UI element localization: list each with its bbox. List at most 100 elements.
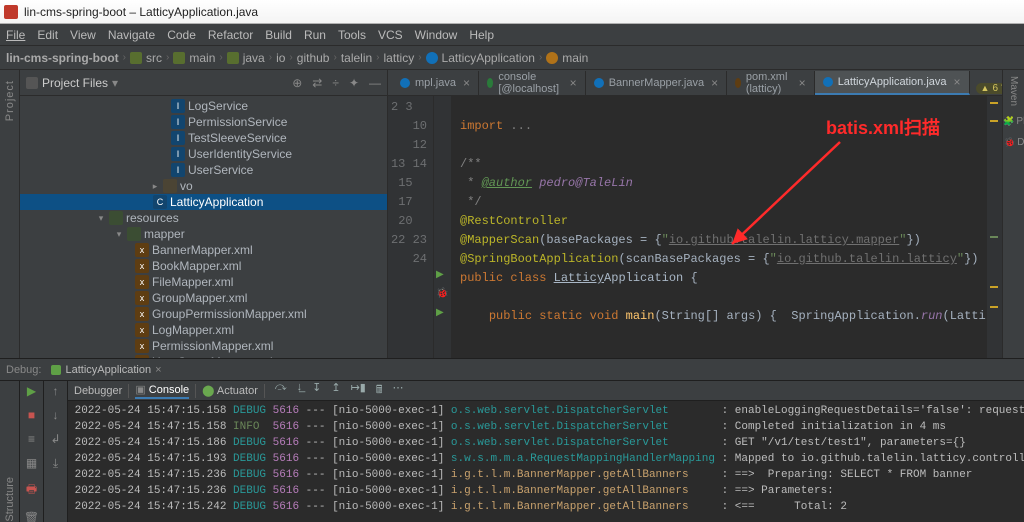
breadcrumb-bar: lin-cms-spring-boot › src › main › java … [0, 46, 1024, 70]
up-icon[interactable]: ↑ [53, 384, 59, 398]
editor-tab[interactable]: console [@localhost]× [479, 71, 586, 95]
tree-item[interactable]: GroupMapper.xml [152, 290, 247, 306]
breadcrumb-main[interactable]: main [173, 51, 215, 65]
step-over-icon[interactable]: ⤼ [275, 381, 287, 400]
menu-tools[interactable]: Tools [338, 28, 366, 42]
project-tree[interactable]: ILogServiceIPermissionServiceITestSleeve… [20, 96, 387, 358]
breadcrumb-root[interactable]: lin-cms-spring-boot [6, 51, 119, 65]
collapse-icon[interactable]: ÷ [332, 76, 339, 90]
menu-code[interactable]: Code [167, 28, 196, 42]
editor-right-margin[interactable] [986, 96, 1002, 358]
tree-item[interactable]: GroupPermissionMapper.xml [152, 306, 307, 322]
close-icon[interactable]: × [570, 76, 577, 90]
tree-item[interactable]: LogMapper.xml [152, 322, 234, 338]
chevron-down-icon[interactable]: ▾ [114, 226, 124, 242]
tree-item-selected[interactable]: LatticyApplication [170, 194, 263, 210]
menu-file[interactable]: File [6, 28, 25, 42]
stop-icon[interactable]: ■ [28, 408, 35, 422]
console-tab[interactable]: ▣ Console [135, 383, 189, 399]
menu-vcs[interactable]: VCS [378, 28, 403, 42]
menu-edit[interactable]: Edit [37, 28, 58, 42]
menu-run[interactable]: Run [304, 28, 326, 42]
editor-tab[interactable]: BannerMapper.java× [586, 71, 727, 95]
menu-navigate[interactable]: Navigate [108, 28, 155, 42]
breadcrumb-class[interactable]: LatticyApplication [426, 51, 535, 65]
close-icon[interactable]: × [711, 76, 718, 90]
tree-item[interactable]: BannerMapper.xml [152, 242, 253, 258]
tree-item[interactable]: FileMapper.xml [152, 274, 233, 290]
breadcrumb-github[interactable]: github [297, 51, 330, 65]
editor-tab[interactable]: LatticyApplication.java× [815, 71, 970, 95]
tree-item[interactable]: UserIdentityService [188, 146, 292, 162]
debug-subtabs: Debugger ▣ Console ⬤ Actuator ⤼ ↓̲ ↧ ↥ ↦… [68, 381, 1024, 401]
interface-icon: I [171, 99, 185, 113]
step-into-icon[interactable]: ↓̲ [297, 381, 303, 400]
menu-build[interactable]: Build [265, 28, 292, 42]
editor-tab[interactable]: mpl.java× [392, 71, 479, 95]
maven-toolwindow[interactable]: Maven [1008, 76, 1019, 106]
run-line-icon[interactable]: ▶ [436, 307, 444, 318]
left-rail-project[interactable]: Project [4, 80, 16, 121]
tree-item[interactable]: LogService [188, 98, 248, 114]
debug-panel: Debug: LatticyApplication × Structure ▶ … [0, 358, 1024, 522]
expand-icon[interactable]: ⇄ [312, 76, 322, 90]
tree-item[interactable]: UserService [188, 162, 253, 178]
menu-help[interactable]: Help [469, 28, 494, 42]
force-step-icon[interactable]: ↧ [312, 381, 321, 400]
breadcrumb-method[interactable]: main [546, 51, 588, 65]
tree-item[interactable]: BookMapper.xml [152, 258, 241, 274]
java-icon [823, 77, 833, 87]
breadcrumb-io[interactable]: io [276, 51, 285, 65]
debugger-tab[interactable]: Debugger [74, 385, 122, 397]
editor-tabbar: mpl.java×console [@localhost]×BannerMapp… [388, 70, 1002, 96]
wrap-icon[interactable]: ↲ [50, 432, 60, 446]
trash-icon[interactable]: 🗑 [24, 511, 39, 522]
pause-icon[interactable]: ≡ [28, 432, 35, 446]
tree-item[interactable]: vo [180, 178, 193, 194]
chevron-down-icon[interactable]: ▾ [96, 210, 106, 226]
tree-item[interactable]: resources [126, 210, 179, 226]
dropdown-icon[interactable]: ▾ [112, 76, 118, 90]
editor-tab[interactable]: pom.xml (latticy)× [727, 71, 815, 95]
project-panel-title[interactable]: Project Files ▾ [26, 76, 286, 90]
layout-icon[interactable]: ▦ [26, 456, 37, 470]
structure-toolwindow[interactable]: Structure [4, 471, 16, 522]
console-log[interactable]: 2022-05-24 15:47:15.158 DEBUG 5616 --- [… [68, 401, 1024, 522]
tree-item[interactable]: PermissionMapper.xml [152, 338, 273, 354]
problems-badge[interactable]: ▲6ˆ [976, 83, 1002, 94]
menu-refactor[interactable]: Refactor [208, 28, 253, 42]
run-to-cursor-icon[interactable]: ↦▮ [351, 381, 366, 400]
menu-view[interactable]: View [70, 28, 96, 42]
rerun-icon[interactable]: ▶ [27, 384, 36, 398]
close-icon[interactable]: × [463, 76, 470, 90]
tree-item[interactable]: PermissionService [188, 114, 287, 130]
hide-icon[interactable]: — [369, 76, 381, 90]
breadcrumb-src[interactable]: src [130, 51, 162, 65]
menu-window[interactable]: Window [415, 28, 458, 42]
close-icon[interactable]: × [954, 75, 961, 89]
run-config-icon [51, 365, 61, 375]
tree-item[interactable]: TestSleeveService [188, 130, 287, 146]
locate-icon[interactable]: ⊕ [292, 76, 302, 90]
print-icon[interactable]: 🖶 [26, 480, 37, 501]
down-icon[interactable]: ↓ [53, 408, 59, 422]
chevron-right-icon[interactable]: ▸ [150, 178, 160, 194]
close-icon[interactable]: × [799, 76, 806, 90]
run-line-icon[interactable]: ▶ [436, 269, 444, 280]
code-content[interactable]: import ... /** * @author pedro@TaleLin *… [452, 96, 986, 358]
actuator-tab[interactable]: ⬤ Actuator [202, 384, 258, 397]
breadcrumb-latticy[interactable]: latticy [384, 51, 415, 65]
evaluate-icon[interactable]: 🖩 [376, 381, 383, 400]
scroll-icon[interactable]: ⤓ [53, 456, 58, 471]
breadcrumb-java[interactable]: java [227, 51, 265, 65]
more-debug-icon[interactable]: ⋯ [392, 381, 403, 400]
breadcrumb-talelin[interactable]: talelin [341, 51, 372, 65]
code-editor[interactable]: 2 3 10 12 13 14 15 17 20 22 23 24 ▶▶🐞 im… [388, 96, 1002, 358]
tree-item[interactable]: mapper [144, 226, 185, 242]
debug-line-icon[interactable]: 🐞 [436, 288, 448, 299]
settings-icon[interactable]: ✦ [349, 76, 359, 90]
close-icon[interactable]: × [155, 364, 161, 376]
tree-item[interactable]: UserGroupMapper.xml [152, 354, 273, 358]
debug-runconfig-tab[interactable]: LatticyApplication × [51, 364, 161, 376]
step-out-icon[interactable]: ↥ [331, 381, 340, 400]
